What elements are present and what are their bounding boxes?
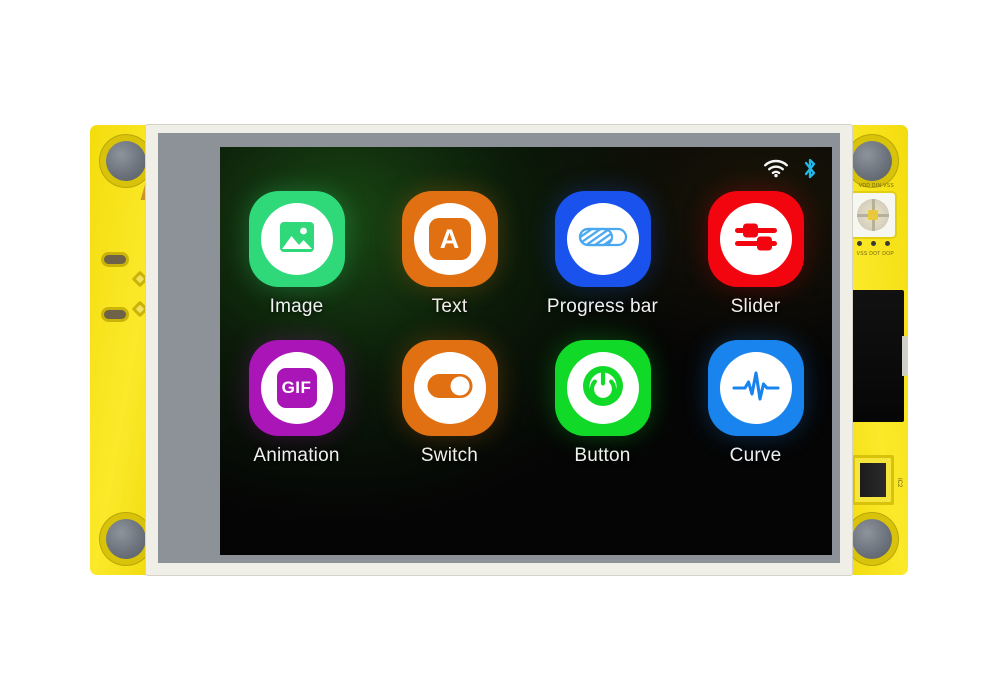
slider-icon <box>733 220 779 259</box>
app-tile[interactable] <box>707 340 804 436</box>
app-tile[interactable]: GIF <box>248 340 345 436</box>
lcd-screen: Image A Text Progress bar Slider GIF Ani… <box>220 147 832 555</box>
switch-icon <box>426 372 474 405</box>
app-switch[interactable]: Switch <box>373 340 526 467</box>
text-a-icon: A <box>428 218 471 260</box>
waveform-icon <box>731 368 780 409</box>
app-icon-disc <box>566 203 639 275</box>
mounting-hole-top-left <box>106 141 146 181</box>
rgb-led-pin-label-bottom: VSS DOT DOP <box>856 251 894 257</box>
app-button[interactable]: Button <box>526 340 679 467</box>
app-slider[interactable]: Slider <box>679 191 832 318</box>
rgb-led <box>851 193 895 237</box>
smd-component <box>860 463 886 497</box>
app-progress-bar[interactable]: Progress bar <box>526 191 679 318</box>
app-label: Animation <box>253 445 340 466</box>
app-curve[interactable]: Curve <box>679 340 832 467</box>
text-a-glyph: A <box>439 223 460 254</box>
app-label: Button <box>574 445 631 466</box>
app-label: Text <box>431 296 468 317</box>
rgb-led-pin-label-top: VDD DIN VSS <box>858 183 894 189</box>
app-label: Curve <box>729 445 782 466</box>
mounting-hole-bottom-left <box>106 519 146 559</box>
app-grid: Image A Text Progress bar Slider GIF Ani… <box>220 191 832 467</box>
bluetooth-icon <box>802 157 818 180</box>
lcd-bezel: Image A Text Progress bar Slider GIF Ani… <box>158 133 840 563</box>
app-icon-disc <box>260 203 333 275</box>
app-tile[interactable] <box>401 340 498 436</box>
mounting-hole-top-right <box>852 141 892 181</box>
app-icon-disc: GIF <box>260 352 333 424</box>
app-icon-disc: A <box>413 203 486 275</box>
app-label: Image <box>269 296 324 317</box>
app-label: Switch <box>420 445 479 466</box>
app-tile[interactable]: A <box>401 191 498 287</box>
gif-text: GIF <box>281 378 312 397</box>
app-label: Progress bar <box>546 296 659 317</box>
status-bar <box>763 155 818 181</box>
solder-pad <box>104 255 126 264</box>
app-tile[interactable] <box>248 191 345 287</box>
solder-pad <box>104 310 126 319</box>
app-icon-disc <box>566 352 639 424</box>
app-icon-disc <box>719 352 792 424</box>
development-board: HSD035S3774 VDD DIN VSS VSS DOT DOP IC2 <box>90 125 908 575</box>
app-icon-disc <box>413 352 486 424</box>
smd-silkscreen-label: IC2 <box>896 477 902 487</box>
image-icon <box>276 216 318 263</box>
lcd-module: Image A Text Progress bar Slider GIF Ani… <box>146 125 852 575</box>
app-tile[interactable] <box>707 191 804 287</box>
app-tile[interactable] <box>554 191 651 287</box>
app-icon-disc <box>719 203 792 275</box>
app-text[interactable]: A Text <box>373 191 526 318</box>
mounting-hole-bottom-right <box>852 519 892 559</box>
app-tile[interactable] <box>554 340 651 436</box>
app-animation[interactable]: GIF Animation <box>220 340 373 467</box>
app-label: Slider <box>730 296 781 317</box>
gif-icon: GIF <box>276 368 317 408</box>
rgb-led-pads <box>851 239 895 249</box>
power-button-icon <box>580 363 626 414</box>
wifi-icon <box>763 158 789 178</box>
app-image[interactable]: Image <box>220 191 373 318</box>
progress-bar-icon <box>578 225 628 254</box>
